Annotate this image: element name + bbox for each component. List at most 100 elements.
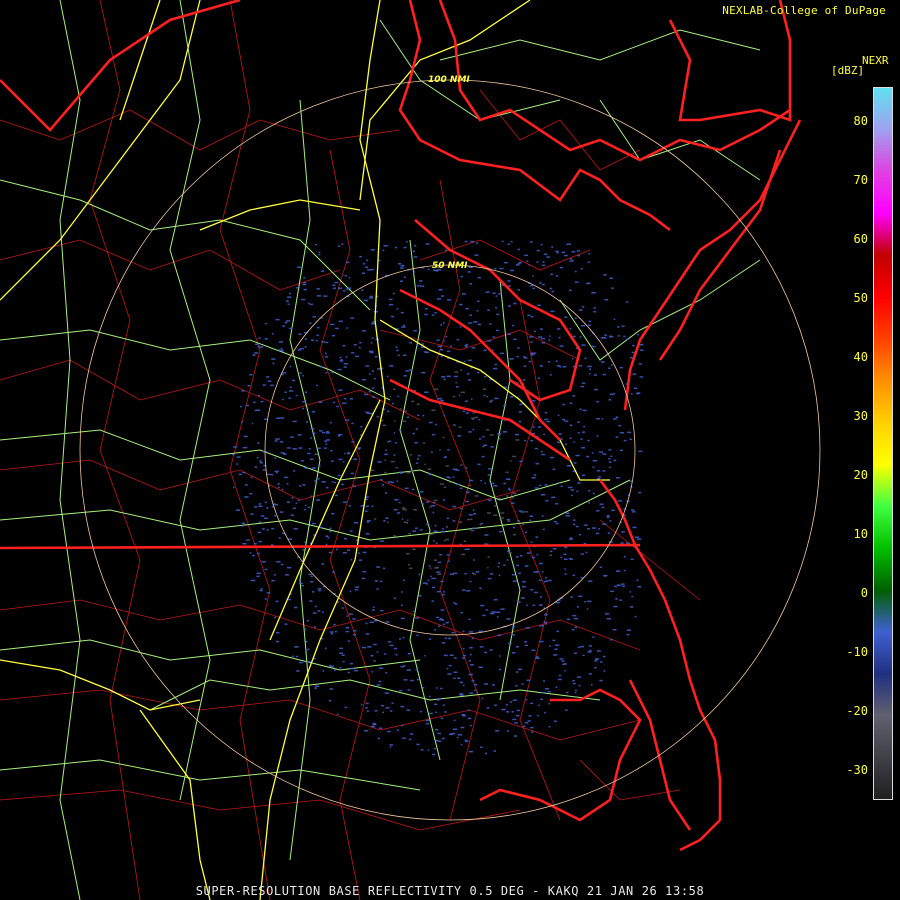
echo-pixel (541, 571, 544, 573)
echo-pixel (428, 638, 432, 640)
echo-pixel (555, 601, 561, 604)
echo-pixel (416, 743, 420, 746)
echo-pixel (413, 250, 416, 253)
echo-pixel (299, 372, 302, 374)
echo-pixel (468, 266, 473, 268)
echo-pixel (497, 565, 500, 568)
echo-pixel (258, 505, 263, 507)
radar-map: 100 NMI 50 NMI (0, 0, 900, 900)
echo-pixel (372, 722, 376, 725)
echo-pixel (461, 715, 466, 717)
echo-pixel (512, 324, 515, 327)
echo-pixel (310, 437, 313, 439)
echo-pixel (488, 468, 492, 470)
echo-pixel (380, 704, 385, 707)
echo-pixel (468, 322, 472, 324)
echo-pixel (415, 428, 418, 430)
echo-pixel (491, 684, 495, 686)
echo-pixel (582, 654, 585, 657)
echo-pixel (530, 702, 534, 705)
echo-pixel (275, 600, 279, 603)
echo-pixel (326, 430, 329, 433)
echo-pixel (548, 726, 551, 728)
echo-pixel (551, 496, 556, 499)
echo-pixel (409, 342, 412, 344)
echo-pixel (341, 483, 344, 486)
echo-pixel (427, 268, 430, 271)
echo-pixel (544, 411, 548, 414)
echo-pixel (346, 261, 350, 264)
echo-pixel (432, 753, 436, 756)
echo-pixel (572, 519, 576, 521)
echo-pixel (469, 580, 472, 583)
echo-pixel (386, 375, 389, 378)
echo-pixel (572, 574, 576, 577)
echo-pixel (534, 447, 538, 450)
echo-pixel (482, 388, 487, 390)
echo-pixel (442, 623, 445, 626)
echo-pixel (344, 275, 348, 277)
echo-pixel (564, 316, 568, 318)
echo-pixel (554, 644, 560, 646)
echo-pixel (311, 591, 315, 593)
echo-pixel (447, 449, 450, 451)
echo-pixel (290, 436, 294, 438)
echo-pixel (552, 548, 557, 550)
echo-pixel (379, 667, 384, 669)
echo-pixel (389, 746, 392, 748)
echo-pixel (236, 456, 241, 458)
echo-pixel (264, 501, 267, 504)
echo-pixel (570, 489, 574, 491)
echo-pixel (342, 660, 345, 663)
echo-pixel (564, 573, 567, 575)
echo-pixel (556, 441, 561, 444)
echo-pixel (266, 473, 271, 476)
echo-pixel (537, 714, 539, 717)
echo-pixel (459, 521, 463, 523)
echo-pixel (552, 468, 556, 471)
echo-pixel (358, 559, 363, 561)
echo-pixel (469, 479, 473, 482)
echo-pixel (573, 441, 575, 443)
echo-pixel (506, 518, 511, 521)
echo-pixel (309, 322, 312, 324)
echo-pixel (577, 254, 581, 257)
echo-pixel (440, 687, 443, 690)
echo-pixel (460, 369, 463, 371)
echo-pixel (383, 520, 386, 522)
echo-pixel (592, 460, 597, 462)
echo-pixel (541, 283, 545, 286)
echo-pixel (596, 400, 600, 403)
echo-pixel (292, 448, 297, 450)
echo-pixel (339, 652, 344, 654)
echo-pixel (441, 642, 446, 644)
echo-pixel (258, 540, 262, 543)
scale-tick: 60 (853, 232, 868, 246)
echo-pixel (352, 618, 356, 620)
echo-pixel (327, 537, 330, 539)
echo-pixel (291, 497, 294, 499)
echo-pixel (506, 711, 510, 713)
echo-pixel (461, 553, 466, 556)
echo-pixel (405, 396, 407, 399)
echo-pixel (297, 266, 301, 268)
echo-pixel (254, 352, 259, 354)
echo-pixel (573, 523, 576, 526)
echo-pixel (431, 577, 436, 580)
echo-pixel (487, 567, 489, 569)
echo-pixel (632, 511, 636, 513)
echo-pixel (456, 338, 459, 341)
echo-pixel (334, 481, 336, 484)
echo-pixel (515, 439, 520, 441)
echo-pixel (598, 476, 601, 478)
echo-pixel (416, 634, 419, 637)
echo-pixel (345, 630, 349, 633)
echo-pixel (433, 530, 438, 532)
color-scale-bar (873, 87, 893, 800)
echo-pixel (608, 399, 612, 401)
echo-pixel (581, 382, 586, 384)
echo-pixel (540, 243, 543, 246)
echo-pixel (498, 293, 502, 295)
echo-pixel (577, 432, 580, 434)
echo-pixel (350, 317, 354, 319)
